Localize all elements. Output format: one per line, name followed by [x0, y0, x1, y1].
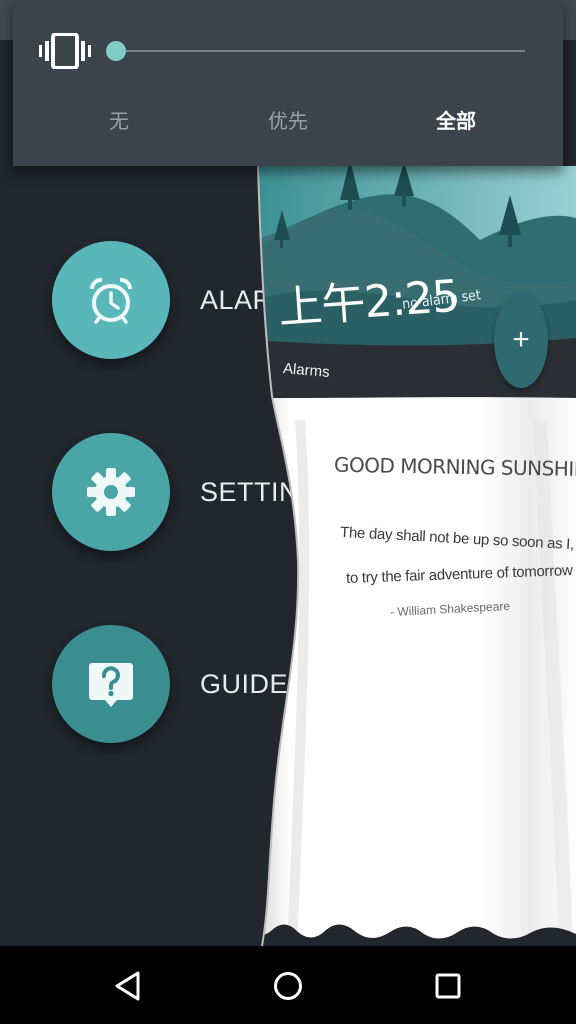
tab-all[interactable]: 全部	[436, 105, 476, 134]
back-icon[interactable]	[111, 968, 147, 1004]
volume-slider-track[interactable]	[115, 50, 525, 52]
recents-icon[interactable]	[430, 968, 466, 1004]
menu-item-guide[interactable]: GUIDE	[52, 625, 288, 743]
interruption-mode-tabs: 无 优先 全部	[13, 105, 563, 145]
quote-title: GOOD MORNING SUNSHINE	[333, 452, 576, 482]
volume-slider-thumb[interactable]	[106, 41, 126, 61]
guide-circle-button[interactable]	[52, 625, 170, 743]
menu-item-settings[interactable]: SETTINGS	[52, 433, 339, 551]
home-icon[interactable]	[270, 968, 306, 1004]
vibrate-icon[interactable]	[39, 33, 91, 69]
add-alarm-button[interactable]: +	[494, 292, 548, 388]
alarms-circle-button[interactable]	[52, 241, 170, 359]
volume-panel: 无 优先 全部	[13, 0, 563, 166]
tab-none[interactable]: 无	[109, 105, 129, 134]
gear-icon	[87, 468, 135, 516]
navigation-bar	[0, 946, 576, 1024]
settings-circle-button[interactable]	[52, 433, 170, 551]
menu-item-alarms[interactable]: ALARMS	[52, 241, 314, 359]
alarm-clock-icon	[89, 277, 133, 324]
menu-label-settings: SETTINGS	[200, 476, 340, 507]
plus-icon: +	[512, 323, 530, 356]
menu-label-guide: GUIDE	[200, 668, 289, 699]
help-icon	[89, 663, 133, 707]
tab-priority[interactable]: 优先	[268, 105, 308, 134]
